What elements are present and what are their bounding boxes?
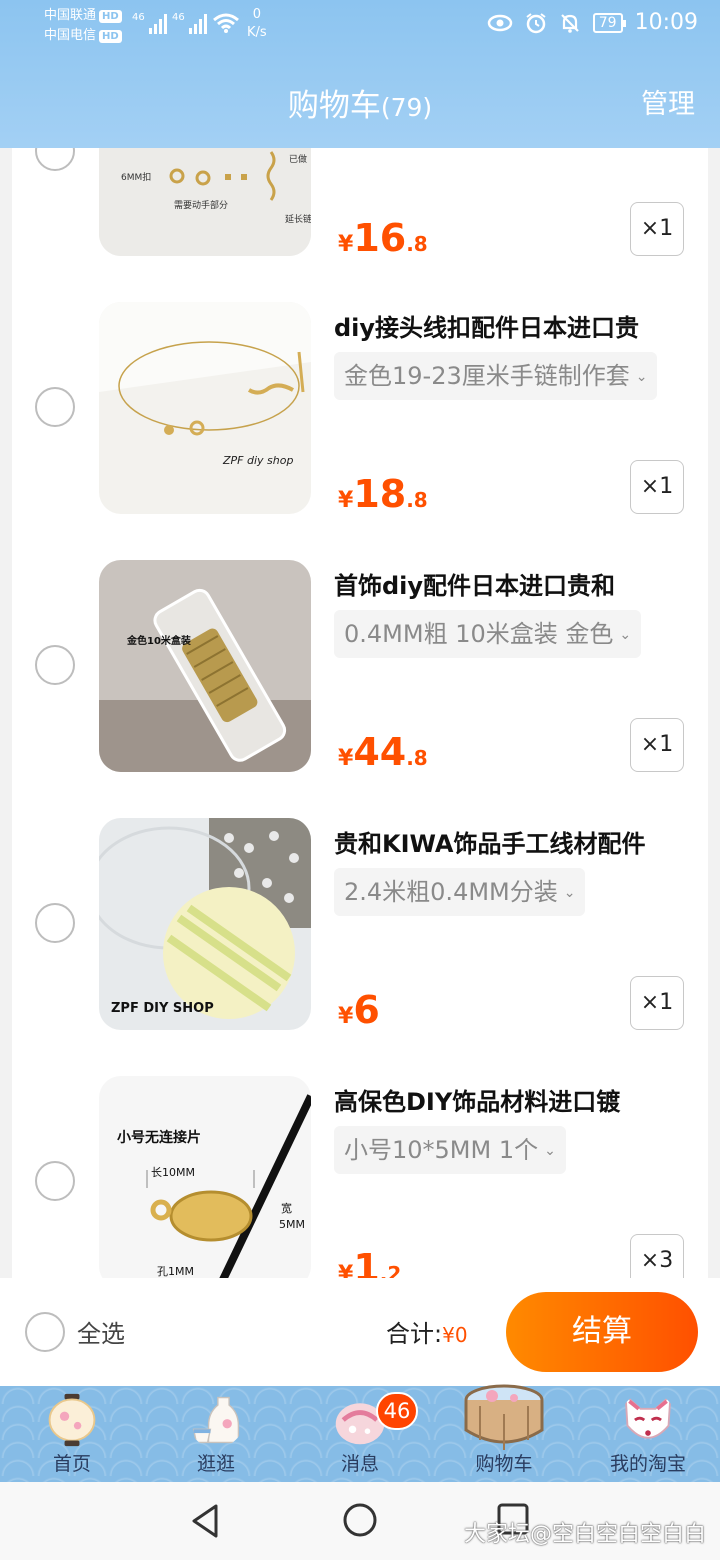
home-circle-icon[interactable] [342, 1502, 378, 1538]
thread-coil-image: ZPF DIY SHOP [99, 818, 311, 1030]
lobster-clasp-image: 小号无连接片 长10MM 宽 5MM 孔1MM [99, 1076, 311, 1278]
tab-browse[interactable]: 逛逛 [144, 1386, 288, 1482]
sku-selector[interactable]: 金色19-23厘米手链制作套 ⌄ [334, 352, 658, 400]
sku-selector[interactable]: 2.4米粗0.4MM分装 ⌄ [334, 868, 586, 916]
bracelet-image: ZPF diy shop [99, 302, 311, 514]
product-image[interactable]: ZPF diy shop [99, 302, 311, 514]
item-price: ¥16.8 [338, 216, 428, 260]
chevron-down-icon: ⌄ [563, 885, 576, 901]
total-value: ¥0 [442, 1323, 468, 1347]
item-select-radio[interactable] [35, 903, 75, 943]
system-nav-bar: 大家坛@空白空白空白白 [0, 1482, 720, 1560]
status-bar: 中国联通 HD 中国电信 HD 46 46 0 K/s 79 10:09 [0, 0, 720, 52]
status-icons: 79 10:09 [487, 10, 698, 35]
clasp-parts-image: 6MM扣 需要动手部分 已做 延长链 [99, 148, 311, 256]
cart-item[interactable]: 6MM扣 需要动手部分 已做 延长链 ¥16.8 ×1 [12, 148, 708, 306]
item-price: ¥44.8 [338, 730, 428, 774]
product-name[interactable]: 首饰diy配件日本进口贵和 [334, 566, 615, 601]
chevron-down-icon: ⌄ [635, 369, 648, 385]
sku-selector[interactable]: 0.4MM粗 10米盒装 金色 ⌄ [334, 610, 642, 658]
cart-item[interactable]: 金色10米盒装 首饰diy配件日本进口贵和 0.4MM粗 10米盒装 金色 ⌄ ¥… [12, 560, 708, 818]
item-price: ¥1.2 [338, 1246, 402, 1278]
select-all-radio[interactable] [25, 1312, 65, 1352]
quantity-button[interactable]: ×1 [630, 976, 684, 1030]
product-name[interactable]: 高保色DIY饰品材料进口镀 [334, 1082, 620, 1117]
page-title: 购物车(79) [287, 88, 433, 124]
message-badge: 46 [376, 1392, 418, 1430]
item-select-radio[interactable] [35, 387, 75, 427]
bottom-tab-bar: 首页 逛逛 46 消息 购物车 我的淘宝 [0, 1384, 720, 1482]
product-name[interactable]: 贵和KIWA饰品手工线材配件 [334, 824, 646, 859]
cart-list[interactable]: 6MM扣 需要动手部分 已做 延长链 ¥16.8 ×1 ZPF diy shop… [12, 148, 708, 1278]
mute-bell-icon [560, 13, 579, 33]
manage-button[interactable]: 管理 [641, 82, 695, 121]
back-icon[interactable] [188, 1502, 222, 1540]
quantity-button[interactable]: ×1 [630, 718, 684, 772]
wire-spool-image: 金色10米盒装 [99, 560, 311, 772]
image-caption: 5MM [279, 1218, 305, 1231]
network-type: 46 [172, 12, 185, 23]
shop-watermark: ZPF diy shop [222, 454, 293, 467]
carrier-1: 中国联通 [44, 8, 97, 23]
product-name[interactable]: diy接头线扣配件日本进口贵 [334, 308, 639, 343]
shop-watermark: ZPF DIY SHOP [111, 1001, 214, 1016]
header: 中国联通 HD 中国电信 HD 46 46 0 K/s 79 10:09 购物车… [0, 0, 720, 148]
product-image[interactable]: 6MM扣 需要动手部分 已做 延长链 [99, 148, 311, 256]
hd-badge: HD [99, 10, 122, 23]
signal-icon: 46 [172, 12, 207, 34]
clock: 10:09 [634, 10, 698, 35]
signal-icon: 46 [132, 12, 167, 34]
eye-icon [487, 14, 513, 31]
image-caption: 小号无连接片 [117, 1129, 201, 1146]
hd-badge: HD [99, 30, 122, 43]
checkout-bar: 全选 合计:¥0 结算 [0, 1278, 720, 1386]
tab-my-taobao[interactable]: 我的淘宝 [576, 1386, 720, 1482]
tab-home[interactable]: 首页 [0, 1386, 144, 1482]
network-type: 46 [132, 12, 145, 23]
quantity-button[interactable]: ×1 [630, 202, 684, 256]
battery-icon: 79 [592, 12, 626, 33]
product-image[interactable]: ZPF DIY SHOP [99, 818, 311, 1030]
carrier-2: 中国电信 [44, 28, 97, 43]
total-amount: 合计:¥0 [386, 1320, 468, 1348]
cart-item[interactable]: 小号无连接片 长10MM 宽 5MM 孔1MM 高保色DIY饰品材料进口镀 小号… [12, 1076, 708, 1278]
chevron-down-icon: ⌄ [619, 627, 632, 643]
image-caption: 需要动手部分 [174, 199, 228, 211]
item-price: ¥6 [338, 988, 380, 1032]
image-caption: 长10MM [151, 1166, 195, 1179]
image-caption: 孔1MM [157, 1265, 194, 1278]
image-caption: 已做 [289, 153, 307, 165]
chevron-down-icon: ⌄ [544, 1143, 556, 1159]
product-image[interactable]: 金色10米盒装 [99, 560, 311, 772]
sake-icon [192, 1396, 240, 1444]
item-select-radio[interactable] [35, 1161, 75, 1201]
select-all-label[interactable]: 全选 [77, 1314, 125, 1349]
fox-mask-icon [624, 1393, 672, 1439]
image-caption: 延长链 [285, 213, 311, 225]
alarm-icon [526, 12, 546, 33]
image-caption: 宽 [281, 1201, 292, 1215]
carrier-info: 中国联通 HD 中国电信 HD [44, 6, 122, 46]
tab-cart[interactable]: 购物车 [432, 1384, 576, 1482]
item-price: ¥18.8 [338, 472, 428, 516]
tab-messages[interactable]: 46 消息 [288, 1386, 432, 1482]
watermark: 大家坛@空白空白空白白 [463, 1522, 706, 1547]
item-select-radio[interactable] [35, 645, 75, 685]
quantity-button[interactable]: ×3 [630, 1234, 684, 1278]
quantity-button[interactable]: ×1 [630, 460, 684, 514]
net-speed: 0 K/s [247, 7, 267, 40]
cart-item[interactable]: ZPF diy shop diy接头线扣配件日本进口贵 金色19-23厘米手链制… [12, 302, 708, 560]
product-image[interactable]: 小号无连接片 长10MM 宽 5MM 孔1MM [99, 1076, 311, 1278]
image-caption: 金色10米盒装 [126, 634, 191, 647]
lantern-icon [48, 1393, 96, 1447]
tub-cart-icon [464, 1384, 544, 1450]
cart-item[interactable]: ZPF DIY SHOP 贵和KIWA饰品手工线材配件 2.4米粗0.4MM分装… [12, 818, 708, 1076]
sku-selector[interactable]: 小号10*5MM 1个 ⌄ [334, 1126, 566, 1174]
cart-count: (79) [380, 93, 433, 122]
image-caption: 6MM扣 [121, 171, 151, 183]
item-select-radio[interactable] [35, 148, 75, 171]
checkout-button[interactable]: 结算 [506, 1292, 698, 1372]
wifi-icon [213, 13, 239, 33]
